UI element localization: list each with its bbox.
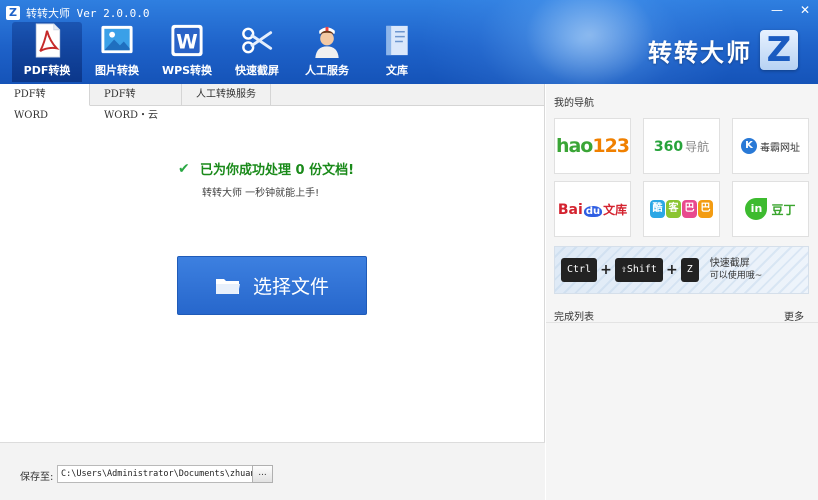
brand-logo-icon: Z — [760, 30, 798, 70]
brand-name: 转转大师 — [648, 38, 752, 67]
nurse-icon — [315, 26, 339, 59]
douding-logo-text: 豆丁 — [771, 202, 796, 217]
kuba-logo-text: 毒霸网址 — [760, 142, 800, 154]
toolbar-label: 图片转换 — [95, 64, 139, 77]
key-z: Z — [680, 258, 699, 282]
book-icon — [386, 25, 408, 56]
baidu-wenku-logo: Bai du 文库 — [558, 201, 627, 218]
svg-text:W: W — [176, 30, 197, 53]
baidu-logo-bai: Bai — [557, 201, 583, 218]
kukebaba-char: 酷 — [650, 200, 665, 218]
kukebaba-char: 巴 — [698, 200, 713, 218]
nav-link-douding[interactable]: in 豆丁 — [732, 181, 809, 237]
toolbar-label: PDF转换 — [23, 64, 71, 77]
hao123-logo-text: hao — [555, 135, 593, 157]
key-shift: ⇧Shift — [614, 258, 663, 282]
scissors-icon — [242, 27, 273, 54]
brand: 转转大师 Z — [648, 30, 798, 70]
browse-button[interactable]: ... — [252, 465, 273, 483]
toolbar-pdf-convert[interactable]: PDF转换 — [12, 22, 82, 82]
plus-sign: + — [665, 262, 678, 278]
my-navigation-title: 我的导航 — [554, 98, 594, 109]
header-glow-highlight — [520, 0, 660, 84]
hao123-logo-number: 123 — [592, 135, 630, 157]
folder-icon — [215, 278, 240, 294]
tab-manual-conversion[interactable]: 人工转换服务 — [182, 84, 271, 106]
tab-pdf-to-word[interactable]: PDF转WORD — [0, 84, 90, 121]
main-panel: PDF转WORD PDF转WORD・云 人工转换服务 ✔ 已为你成功处理 0 份… — [0, 84, 545, 500]
toolbar-label: 快速截屏 — [235, 64, 279, 77]
save-location-bar: 保存至: C:\Users\Administrator\Documents\zh… — [0, 442, 545, 500]
select-file-button[interactable]: 选择文件 — [177, 256, 367, 315]
wps-icon: W — [171, 24, 203, 57]
window-title: 转转大师 Ver 2.0.0.0 — [26, 7, 150, 20]
toolbar-screenshot[interactable]: 快速截屏 — [222, 22, 292, 82]
plus-sign: + — [600, 262, 612, 278]
success-status: ✔ 已为你成功处理 0 份文档! — [178, 159, 355, 179]
toolbar-label: 文库 — [386, 64, 408, 77]
kuba-k-icon: K — [741, 138, 757, 154]
360-logo-number: 360 — [653, 138, 684, 155]
success-message: 已为你成功处理 0 份文档! — [200, 163, 355, 178]
app-logo-icon: Z — [6, 6, 20, 20]
close-icon[interactable]: ✕ — [798, 2, 812, 18]
nav-link-kuba[interactable]: K 毒霸网址 — [732, 118, 809, 174]
baidu-logo-wenku: 文库 — [603, 202, 628, 217]
tab-pdf-to-word-cloud[interactable]: PDF转WORD・云 — [90, 84, 182, 121]
toolbar-label: WPS转换 — [161, 64, 213, 77]
nav-link-hao123[interactable]: hao123 — [554, 118, 631, 174]
kuba-logo: K 毒霸网址 — [741, 138, 800, 154]
tab-bar: PDF转WORD PDF转WORD・云 人工转换服务 — [0, 84, 544, 121]
success-subtitle: 转转大师 一秒钟就能上手! — [202, 188, 320, 199]
toolbar-library[interactable]: 文库 — [362, 22, 432, 82]
toolbar-wps-convert[interactable]: W WPS转换 — [152, 22, 222, 82]
baidu-paw-icon: du — [583, 205, 603, 217]
screenshot-shortcut-banner[interactable]: Ctrl + ⇧Shift + Z 快速截屏 可以使用哦~ — [554, 246, 809, 294]
nav-link-360[interactable]: 360 导航 — [643, 118, 720, 174]
more-link[interactable]: 更多 — [784, 308, 804, 323]
toolbar-manual-service[interactable]: 人工服务 — [292, 22, 362, 82]
image-icon — [101, 25, 133, 54]
side-panel: 我的导航 hao123 360 导航 K 毒霸网址 Bai du 文库 酷 客 巴 巴 — [546, 84, 818, 500]
360-nav-logo: 360 导航 — [654, 138, 709, 155]
check-icon: ✔ — [178, 160, 190, 177]
banner-caption-line1: 快速截屏 — [709, 258, 750, 269]
window-controls: — ✕ — [770, 2, 812, 18]
banner-caption-line2: 可以使用哦~ — [709, 271, 763, 281]
kukebaba-char: 客 — [666, 200, 681, 218]
save-location-label: 保存至: — [20, 472, 54, 483]
nav-link-kukebaba[interactable]: 酷 客 巴 巴 — [643, 181, 720, 237]
save-path-field[interactable]: C:\Users\Administrator\Documents\zhuan — [57, 465, 253, 483]
title-bar: Z 转转大师 Ver 2.0.0.0 — [6, 4, 149, 22]
completed-list-title: 完成列表 — [554, 312, 594, 323]
navigation-grid: hao123 360 导航 K 毒霸网址 Bai du 文库 酷 客 巴 巴 in — [554, 118, 809, 237]
completed-list — [546, 322, 818, 500]
toolbar-image-convert[interactable]: 图片转换 — [82, 22, 152, 82]
nav-link-baidu-wenku[interactable]: Bai du 文库 — [554, 181, 631, 237]
key-ctrl: Ctrl — [561, 258, 598, 282]
main-toolbar: PDF转换 图片转换 W WPS转换 快速截屏 人工服务 文库 — [12, 22, 432, 82]
banner-caption: 快速截屏 可以使用哦~ — [710, 258, 763, 282]
hao123-logo: hao123 — [555, 135, 630, 157]
toolbar-label: 人工服务 — [305, 64, 349, 77]
header: Z 转转大师 Ver 2.0.0.0 — ✕ PDF转换 图片转换 W WPS转… — [0, 0, 818, 84]
douding-logo: in 豆丁 — [745, 198, 796, 220]
kukebaba-char: 巴 — [682, 200, 697, 218]
pdf-icon — [35, 23, 61, 58]
douding-leaf-icon: in — [745, 198, 768, 220]
360-logo-text: 导航 — [685, 139, 710, 154]
kukebaba-logo: 酷 客 巴 巴 — [650, 200, 713, 218]
select-file-label: 选择文件 — [252, 276, 329, 298]
minimize-icon[interactable]: — — [770, 2, 784, 18]
